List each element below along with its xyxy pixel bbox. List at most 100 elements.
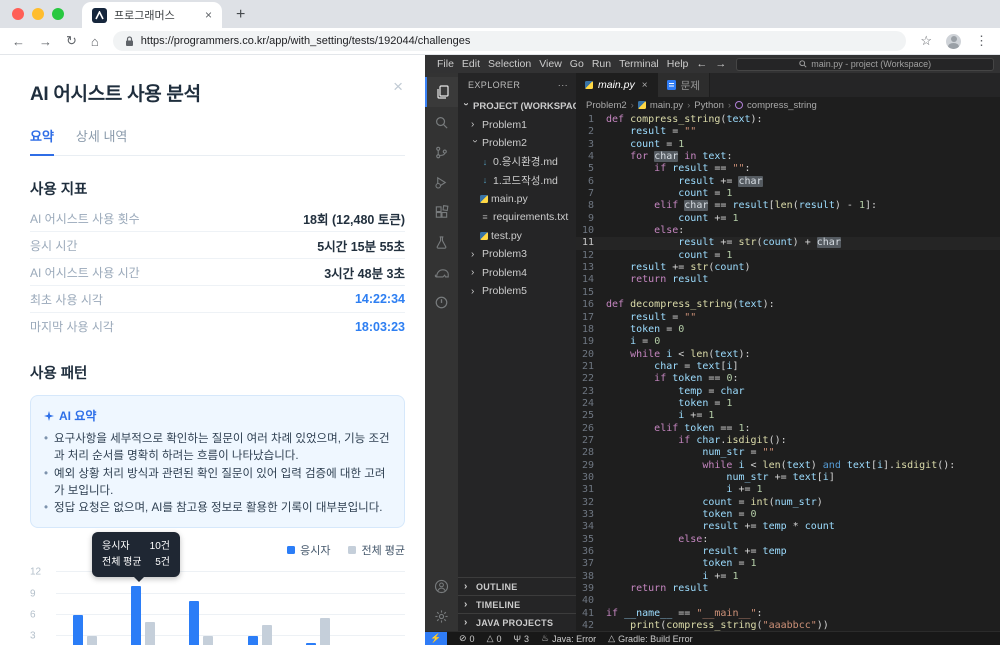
extensions-icon[interactable] [425,197,458,227]
status-gradle-status[interactable]: △Gradle: Build Error [608,633,692,644]
code-line-content: i += 1 [606,571,738,583]
tab-요약[interactable]: 요약 [30,126,54,156]
tab-close-icon[interactable]: × [642,80,648,91]
search-sidebar-icon[interactable] [425,107,458,137]
reload-icon[interactable]: ↻ [66,33,77,49]
code-token: text [793,472,817,483]
bar-전체 평균[interactable] [262,625,272,645]
editor-nav-forward-icon[interactable]: → [715,58,726,70]
status-java-status[interactable]: ♨Java: Error [541,633,596,644]
gradle-icon[interactable] [425,257,458,287]
bar-전체 평균[interactable] [87,636,97,645]
code-token: in [678,151,702,162]
tree-item-requirements.txt[interactable]: ≡requirements.txt [458,208,576,227]
status-warnings[interactable]: △0 [487,633,502,644]
code-token: = [678,361,696,372]
bookmark-star-icon[interactable]: ☆ [920,33,932,49]
testing-icon[interactable] [425,227,458,257]
code-token: def [606,299,630,310]
menu-run[interactable]: Run [588,58,615,70]
breadcrumb-item[interactable]: compress_string [747,100,817,111]
bar-응시자[interactable] [248,636,258,645]
menu-edit[interactable]: Edit [458,58,484,70]
code-token [606,349,630,360]
tab-close-icon[interactable]: × [205,8,212,22]
breadcrumb-item[interactable]: Python [694,100,724,111]
tree-item-test.py[interactable]: test.py [458,227,576,246]
browser-profile-avatar[interactable] [946,34,961,49]
code-line-content: result += str(count) [606,262,751,274]
code-token: temp [763,521,787,532]
breadcrumb-item[interactable]: main.py [650,100,683,111]
code-editor[interactable]: 1def compress_string(text):2 result = ""… [576,113,1000,631]
code-line-8: 8 elif char == result[len(result) - 1]: [576,200,1000,212]
python-file-icon [480,195,488,203]
bar-응시자[interactable] [131,586,141,645]
bar-전체 평균[interactable] [203,636,213,645]
home-icon[interactable]: ⌂ [91,34,99,49]
settings-gear-icon[interactable] [425,601,458,631]
menu-help[interactable]: Help [663,58,693,70]
new-tab-button[interactable]: + [236,6,245,24]
section-timeline[interactable]: ›TIMELINE [458,595,576,613]
code-token: count [763,237,793,248]
status-errors[interactable]: ⊘0 [459,633,475,644]
bar-group-설계/심화 [172,572,230,645]
ai-summary-bullet: •요구사항을 세부적으로 확인하는 질문이 여러 차례 있었으며, 기능 조건과… [44,431,391,466]
tab-상세 내역[interactable]: 상세 내역 [76,126,127,155]
breadcrumb[interactable]: Problem2›main.py›Python›compress_string [576,97,1000,113]
bar-전체 평균[interactable] [320,618,330,645]
tree-item-PROJECT (WORKSPACE)[interactable]: ›PROJECT (WORKSPACE) [458,97,576,116]
bar-응시자[interactable] [189,601,199,645]
explorer-icon[interactable] [425,77,458,107]
tree-item-Problem3[interactable]: ›Problem3 [458,245,576,264]
tree-item-main.py[interactable]: main.py [458,190,576,209]
minimize-window-button[interactable] [32,8,44,20]
editor-tab-main.py[interactable]: main.py× [576,73,658,97]
browser-tab[interactable]: 프로그래머스 × [82,2,222,28]
panel-tabs: 요약 상세 내역 [30,126,405,156]
remote-indicator-icon[interactable]: ⚡ [425,632,447,645]
maximize-window-button[interactable] [52,8,64,20]
close-window-button[interactable] [12,8,24,20]
tree-item-0.응시환경.md[interactable]: ↓0.응시환경.md [458,153,576,172]
explorer-actions-icon[interactable]: ··· [558,80,568,90]
chevron-right-icon: › [471,267,479,278]
source-control-icon[interactable] [425,137,458,167]
back-icon[interactable]: ← [12,34,25,49]
editor-nav-back-icon[interactable]: ← [696,58,707,70]
spring-boot-icon[interactable] [425,287,458,317]
section-java-projects[interactable]: ›JAVA PROJECTS [458,613,576,631]
section-outline[interactable]: ›OUTLINE [458,577,576,595]
code-token: == [672,608,696,619]
tree-item-Problem2[interactable]: ›Problem2 [458,134,576,153]
code-token [606,151,630,162]
browser-menu-icon[interactable]: ⋮ [975,33,988,49]
code-token: token [684,423,714,434]
status-ports[interactable]: Ψ3 [514,633,530,644]
bar-응시자[interactable] [73,615,83,645]
account-icon[interactable] [425,571,458,601]
menu-file[interactable]: File [433,58,458,70]
status-java-status-text: Java: Error [552,634,596,644]
run-debug-icon[interactable] [425,167,458,197]
code-line-28: 28 num_str = "" [576,447,1000,459]
editor-tab-문제[interactable]: 문제 [658,73,710,97]
tree-item-Problem1[interactable]: ›Problem1 [458,116,576,135]
browser-tab-title: 프로그래머스 [114,7,198,23]
bar-전체 평균[interactable] [145,622,155,645]
vscode-window: FileEditSelectionViewGoRunTerminalHelp ←… [425,55,1000,645]
menu-selection[interactable]: Selection [484,58,535,70]
code-line-17: 17 result = "" [576,312,1000,324]
tree-item-1.코드작성.md[interactable]: ↓1.코드작성.md [458,171,576,190]
tree-item-Problem5[interactable]: ›Problem5 [458,282,576,301]
breadcrumb-item[interactable]: Problem2 [586,100,627,111]
menu-view[interactable]: View [535,58,566,70]
menu-terminal[interactable]: Terminal [615,58,663,70]
address-bar[interactable]: https://programmers.co.kr/app/with_setti… [113,31,907,51]
menu-go[interactable]: Go [566,58,588,70]
forward-icon[interactable]: → [39,34,52,49]
vscode-search-box[interactable]: main.py - project (Workspace) [736,58,994,71]
tree-item-Problem4[interactable]: ›Problem4 [458,264,576,283]
panel-close-icon[interactable]: × [393,77,403,97]
